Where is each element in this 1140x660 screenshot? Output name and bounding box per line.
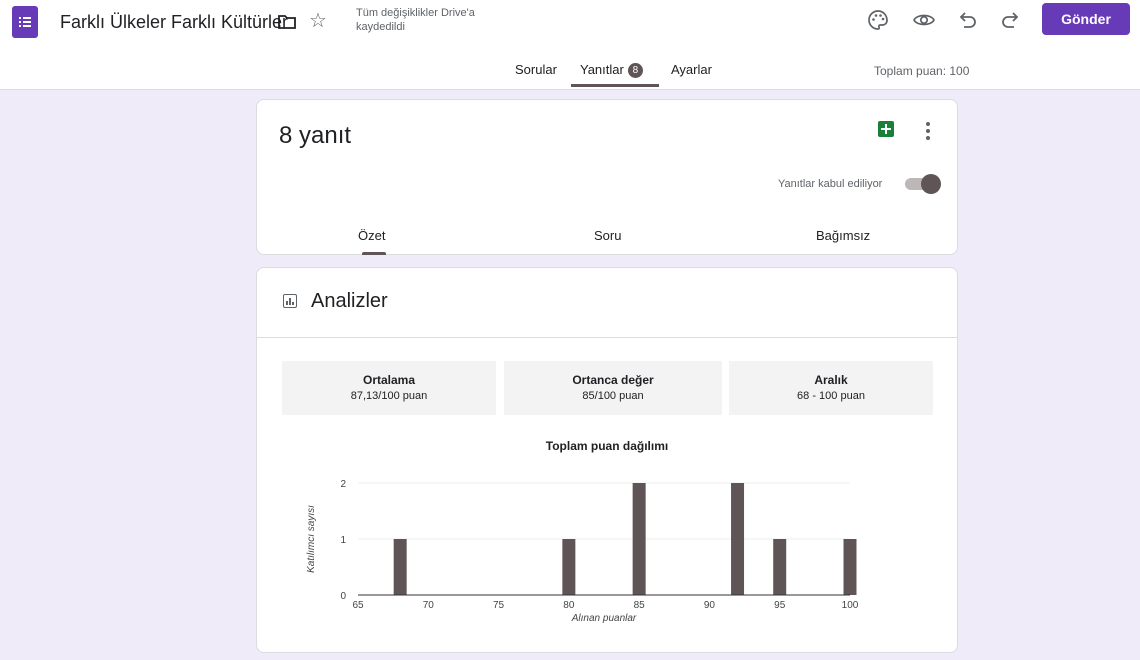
stat-median-label: Ortanca değer <box>572 373 654 387</box>
y-tick-label: 2 <box>340 479 346 490</box>
tab-questions[interactable]: Sorular <box>515 62 557 77</box>
bar <box>731 483 745 595</box>
divider <box>257 337 957 338</box>
bar <box>843 539 857 595</box>
stat-range-label: Aralık <box>814 373 848 387</box>
redo-icon[interactable] <box>998 8 1022 32</box>
response-count: 8 yanıt <box>279 122 352 149</box>
preview-eye-icon[interactable] <box>912 8 936 32</box>
y-axis-label: Katılımcı sayısı <box>306 505 317 573</box>
x-tick-label: 95 <box>774 600 786 611</box>
stat-median: Ortanca değer 85/100 puan <box>504 361 722 415</box>
bar <box>632 483 646 595</box>
responses-count-badge: 8 <box>627 63 643 78</box>
sheets-icon[interactable] <box>878 121 894 137</box>
stat-median-value: 85/100 puan <box>582 390 644 402</box>
x-tick-label: 65 <box>352 600 364 611</box>
stat-range: Aralık 68 - 100 puan <box>729 361 933 415</box>
active-tab-indicator <box>571 84 659 87</box>
tab-responses[interactable]: Yanıtlar 8 <box>580 62 643 78</box>
analytics-card: Analizler Ortalama 87,13/100 puan Ortanc… <box>256 267 958 653</box>
score-distribution-chart: 0 1 2 65 70 75 80 85 90 95 100 Alınan puanlar Katılı… <box>306 479 859 624</box>
x-tick-label: 100 <box>842 600 859 611</box>
x-tick-label: 80 <box>563 600 575 611</box>
bar <box>562 539 576 595</box>
subtab-question[interactable]: Soru <box>594 228 621 243</box>
tab-settings[interactable]: Ayarlar <box>671 62 712 77</box>
more-options-icon[interactable] <box>925 122 931 140</box>
responses-summary-card: 8 yanıt Yanıtlar kabul ediliyor Özet Sor… <box>256 99 958 255</box>
accepting-responses-label: Yanıtlar kabul ediliyor <box>778 178 883 190</box>
x-axis-label: Alınan puanlar <box>571 613 637 624</box>
stat-average-value: 87,13/100 puan <box>350 390 428 402</box>
analytics-title: Analizler <box>311 290 388 312</box>
app-header: Farklı Ülkeler Farklı Kültürler ☆ Tüm de… <box>0 0 1140 90</box>
active-subtab-indicator <box>362 252 386 255</box>
x-tick-label: 70 <box>423 600 435 611</box>
stat-range-value: 68 - 100 puan <box>797 390 865 402</box>
document-title[interactable]: Farklı Ülkeler Farklı Kültürler <box>60 12 288 33</box>
send-button[interactable]: Gönder <box>1042 3 1130 35</box>
main-tabs: Sorular Yanıtlar 8 Ayarlar Toplam puan: 1… <box>0 58 1140 90</box>
x-tick-label: 85 <box>634 600 646 611</box>
x-tick-label: 90 <box>704 600 716 611</box>
save-status: Tüm değişiklikler Drive'a kaydedildi <box>356 7 475 33</box>
stat-average: Ortalama 87,13/100 puan <box>282 361 496 415</box>
bar <box>773 539 787 595</box>
undo-icon[interactable] <box>956 8 980 32</box>
chart-title: Toplam puan dağılımı <box>545 439 669 453</box>
tab-responses-label: Yanıtlar <box>580 62 624 77</box>
bar <box>393 539 407 595</box>
analytics-icon <box>283 294 297 308</box>
y-tick-label: 1 <box>340 535 346 546</box>
subtab-summary[interactable]: Özet <box>358 228 385 243</box>
y-tick-label: 0 <box>340 591 346 602</box>
stat-average-label: Ortalama <box>362 373 416 387</box>
palette-icon[interactable] <box>866 8 890 32</box>
accepting-responses-toggle[interactable] <box>903 174 941 194</box>
subtab-individual[interactable]: Bağımsız <box>816 228 870 243</box>
star-icon[interactable]: ☆ <box>309 11 327 31</box>
folder-icon[interactable] <box>277 13 297 31</box>
forms-logo-icon[interactable] <box>12 6 38 38</box>
x-tick-label: 75 <box>493 600 505 611</box>
total-points: Toplam puan: 100 <box>874 64 970 78</box>
